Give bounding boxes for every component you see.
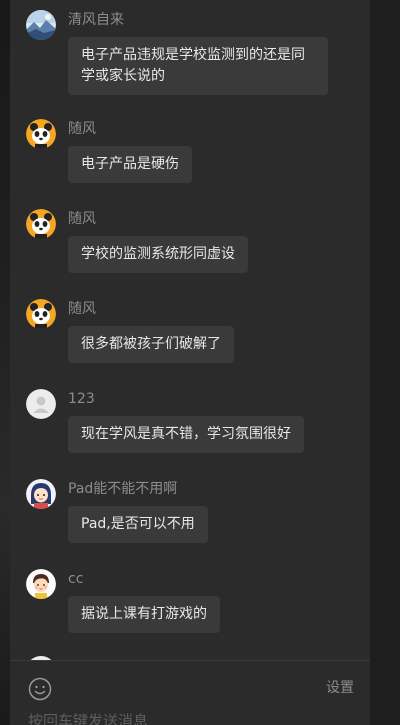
message-bubble: 现在学风是真不错，学习氛围很好	[68, 416, 304, 453]
panda-avatar[interactable]	[26, 119, 56, 149]
landscape-avatar[interactable]	[26, 10, 56, 40]
chat-window: 清风自来 电子产品违规是学校监测到的还是同学或家长说的 随风 电子产品是硬伤 随…	[0, 0, 400, 725]
sender-name: 清风自来	[68, 12, 124, 28]
message-bubble: Pad,是否可以不用	[68, 506, 208, 543]
cartoon-kid-avatar[interactable]	[26, 569, 56, 599]
message-bubble: 很多都被孩子们破解了	[68, 326, 234, 363]
panda-avatar[interactable]	[26, 209, 56, 239]
sender-name: cc	[68, 571, 84, 587]
sender-name: Pad能不能不用啊	[68, 481, 178, 497]
background-edge-right	[370, 0, 400, 725]
cartoon-girl-avatar[interactable]	[26, 479, 56, 509]
default-user-avatar[interactable]	[26, 389, 56, 419]
sender-name: 随风	[68, 211, 96, 227]
background-edge-left	[0, 0, 10, 725]
sender-name: 123	[68, 391, 95, 407]
chat-panel: 清风自来 电子产品违规是学校监测到的还是同学或家长说的 随风 电子产品是硬伤 随…	[10, 0, 370, 725]
settings-button[interactable]: 设置	[326, 677, 354, 697]
input-divider	[10, 660, 370, 661]
message-bubble: 电子产品违规是学校监测到的还是同学或家长说的	[68, 37, 328, 95]
smiley-icon[interactable]	[28, 677, 52, 701]
message-bubble: 学校的监测系统形同虚设	[68, 236, 248, 273]
sender-name: 随风	[68, 301, 96, 317]
panda-avatar[interactable]	[26, 299, 56, 329]
message-list[interactable]: 清风自来 电子产品违规是学校监测到的还是同学或家长说的 随风 电子产品是硬伤 随…	[10, 0, 370, 660]
message-bubble: 电子产品是硬伤	[68, 146, 192, 183]
message-input-placeholder[interactable]: 按回车键发送消息	[28, 710, 148, 725]
sender-name: 随风	[68, 121, 96, 137]
message-bubble: 据说上课有打游戏的	[68, 596, 220, 633]
